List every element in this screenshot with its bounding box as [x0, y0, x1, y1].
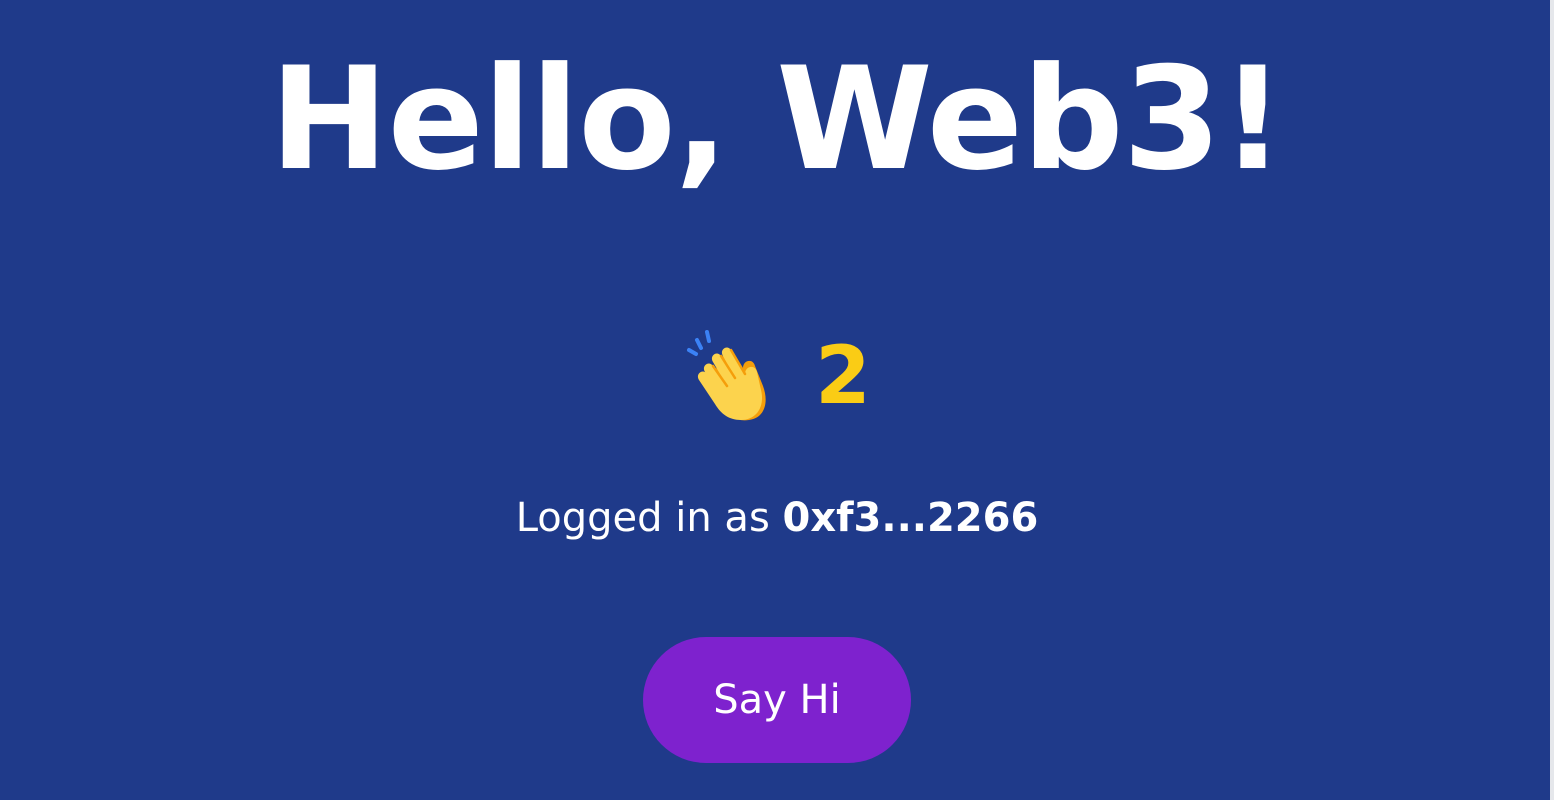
clapping-hands-icon [687, 330, 766, 421]
login-prefix: Logged in as [515, 495, 770, 541]
page-title: Hello, Web3! [269, 37, 1286, 202]
wave-count: 2 [815, 329, 871, 422]
login-status: Logged in as 0xf3...2266 [0, 492, 1554, 544]
say-hi-button[interactable]: Say Hi [643, 637, 911, 763]
app-root: Hello, Web3! 2 Logged in as 0xf3...2266 … [0, 0, 1554, 800]
wave-counter: 2 [0, 328, 1554, 424]
wallet-address: 0xf3...2266 [782, 495, 1039, 541]
